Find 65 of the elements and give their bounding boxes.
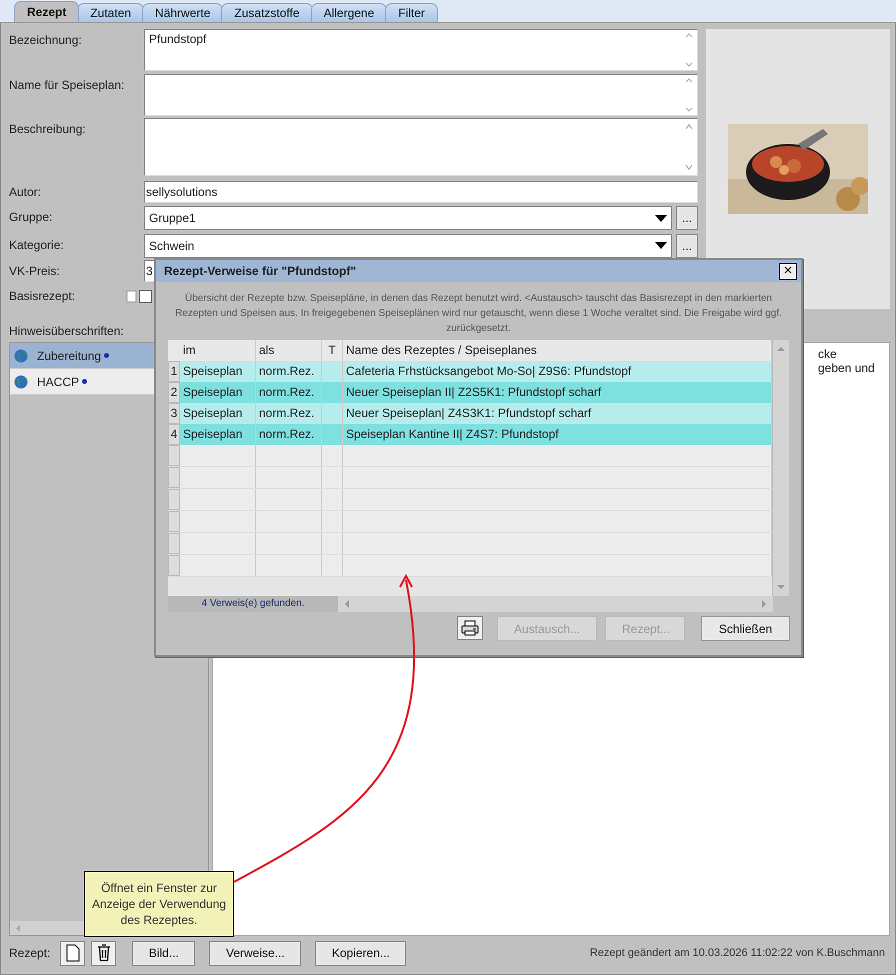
checkbox[interactable]	[139, 290, 152, 302]
table-row[interactable]: 1 Speiseplan norm.Rez. Cafeteria Frhstücksangebot Mo-So| Z9S6: Pfundstopf	[168, 361, 772, 382]
row-number: 4	[168, 424, 180, 445]
tab[interactable]: Nährwerte	[142, 3, 224, 22]
tab[interactable]: Filter	[385, 3, 438, 22]
section-label: Hinweisüberschriften:	[9, 324, 124, 338]
notepad-icon	[126, 290, 137, 302]
tab[interactable]: Zusatzstoffe	[221, 3, 313, 22]
field-label: VK-Preis:	[9, 263, 61, 278]
row-number: 1	[168, 361, 180, 382]
dropdown[interactable]: Schwein	[144, 234, 672, 258]
text-area[interactable]: Pfundstopf	[144, 29, 698, 71]
field-label: Bezeichnung:	[9, 32, 83, 47]
input-field[interactable]: sellysolutions	[144, 180, 698, 202]
field-label: Name für Speiseplan:	[9, 76, 126, 92]
action-button[interactable]: Verweise...	[209, 940, 302, 966]
new-button[interactable]	[60, 940, 86, 966]
dot-icon	[104, 353, 110, 358]
status-text: 4 Verweis(e) gefunden.	[168, 596, 338, 612]
description-text: Übersicht der Rezepte bzw. Speisepläne, in denen das Rezept benutzt wird. <Austausch> tauscht das Basisrezept in den markierten Rezepten und Speisen aus. In freigegebenen Speiseplänen wird nur getauscht, wenn diese 1 Woche veraltet sind. Die Freigabe wird ggf. zurückgesetzt.	[174, 292, 783, 336]
scrollbar[interactable]	[338, 596, 773, 612]
table-row[interactable]: 4 Speiseplan norm.Rez. Speiseplan Kantine II| Z4S7: Pfundstopf	[168, 424, 772, 445]
dropdown[interactable]: Gruppe1	[144, 206, 672, 230]
tab[interactable]: Allergene	[310, 3, 388, 22]
table-row[interactable]: 3 Speiseplan norm.Rez. Neuer Speiseplan| Z4S3K1: Pfundstopf scharf	[168, 403, 772, 424]
tab[interactable]: Zutaten	[77, 3, 144, 22]
browse-button[interactable]: ...	[676, 206, 698, 230]
field-label: Autor:	[9, 184, 42, 198]
scroll-up-icon	[776, 346, 786, 352]
field-value: Pfundstopf	[149, 32, 206, 46]
field-label: Gruppe:	[9, 209, 54, 224]
text-line: cke	[818, 347, 838, 361]
row-number: 3	[168, 403, 180, 424]
action-button[interactable]: Kopieren...	[315, 940, 406, 966]
field-label: Kategorie:	[9, 236, 65, 252]
globe-icon	[14, 374, 28, 388]
dot-icon	[82, 379, 88, 384]
text-area[interactable]	[144, 74, 698, 116]
tooltip: Öffnet ein Fenster zur Anzeige der Verwendung des Rezeptes.	[84, 871, 234, 937]
field-label: Basisrezept:	[9, 288, 76, 302]
scrollbar[interactable]	[772, 340, 789, 596]
dialog-button[interactable]: Schließen	[701, 616, 790, 641]
action-button[interactable]: Bild...	[132, 940, 196, 966]
text-line: geben und	[818, 361, 875, 375]
field-label: Beschreibung:	[9, 121, 87, 136]
scroll-right-icon	[761, 599, 767, 609]
trash-icon	[96, 944, 111, 962]
delete-button[interactable]	[91, 940, 116, 966]
browse-button[interactable]: ...	[676, 234, 698, 258]
row-number: 2	[168, 382, 180, 403]
caret-icon	[655, 242, 667, 249]
close-button[interactable]: ×	[779, 262, 797, 280]
tab[interactable]: Rezept	[14, 1, 80, 22]
printer-icon	[461, 620, 479, 636]
dialog-title: Rezept-Verweise für "Pfundstopf"	[164, 264, 356, 278]
caret-icon	[655, 214, 667, 222]
scroll-left-icon	[14, 924, 22, 932]
bar-label: Rezept:	[9, 946, 50, 960]
print-button[interactable]	[457, 616, 483, 640]
globe-icon	[14, 348, 28, 362]
status-text: Rezept geändert am 10.03.2026 11:02:22 von K.Buschmann	[590, 947, 885, 959]
scroll-down-icon	[776, 584, 786, 590]
page-icon	[66, 944, 80, 962]
scroll-left-icon	[344, 599, 350, 609]
table-row[interactable]: 2 Speiseplan norm.Rez. Neuer Speiseplan II| Z2S5K1: Pfundstopf scharf	[168, 382, 772, 403]
